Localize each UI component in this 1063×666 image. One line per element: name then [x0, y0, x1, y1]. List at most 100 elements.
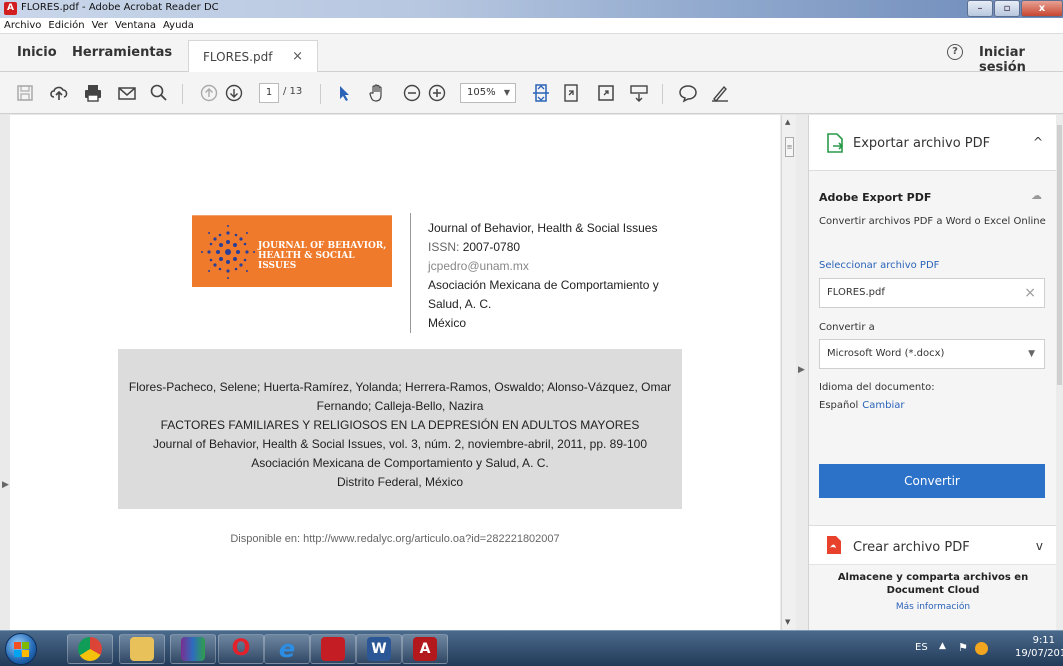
taskbar-acrobat[interactable]: A [402, 634, 448, 664]
input-language[interactable]: ES [915, 642, 928, 653]
chevron-down-icon: ▼ [1028, 349, 1035, 359]
archive-icon [181, 637, 205, 661]
convert-button[interactable]: Convertir [819, 464, 1045, 498]
zynga-icon [321, 637, 345, 661]
zoom-level-value: 105% [467, 87, 496, 98]
system-tray: ES ▲ ⚑ 9:11 19/07/2016 [903, 631, 1063, 666]
document-language-value: Español [819, 400, 859, 411]
citation-box: Flores-Pacheco, Selene; Huerta-Ramírez, … [118, 349, 682, 509]
start-button[interactable] [5, 633, 37, 665]
taskbar-file-explorer[interactable] [119, 634, 165, 664]
issn-value: 2007-0780 [462, 240, 521, 254]
menu-archivo[interactable]: Archivo [4, 20, 41, 31]
create-pdf-icon [827, 536, 841, 554]
page-number-input[interactable]: 1 [259, 83, 279, 103]
right-pane-scrollbar[interactable] [1056, 115, 1063, 630]
tab-tools[interactable]: Herramientas [72, 45, 172, 60]
journal-logo: JOURNAL OF BEHAVIOR, HEALTH & SOCIAL ISS… [192, 215, 392, 287]
full-screen-icon[interactable] [593, 80, 619, 106]
clock[interactable]: 9:11 19/07/2016 [1015, 634, 1063, 660]
fit-page-icon[interactable] [528, 80, 554, 106]
chevron-down-icon[interactable]: v [1036, 539, 1043, 553]
clock-date: 19/07/2016 [1015, 648, 1063, 659]
window-title: FLORES.pdf - Adobe Acrobat Reader DC [21, 2, 219, 13]
journal-name: Journal of Behavior, Health & Social Iss… [428, 221, 658, 235]
taskbar-zynga[interactable] [310, 634, 356, 664]
search-icon[interactable] [146, 80, 172, 106]
chevron-up-icon[interactable]: ^ [1033, 135, 1043, 149]
taskbar-internet-explorer[interactable]: e [264, 634, 310, 664]
selected-file-field[interactable]: FLORES.pdf × [819, 278, 1045, 308]
help-icon[interactable]: ? [947, 44, 963, 60]
cloud-upload-icon[interactable] [46, 80, 72, 106]
menu-ver[interactable]: Ver [92, 20, 108, 31]
menu-edicion[interactable]: Edición [48, 20, 84, 31]
rotate-page-icon[interactable] [558, 80, 584, 106]
scrollbar-thumb[interactable]: ≡ [785, 137, 794, 157]
previous-page-icon[interactable] [196, 80, 222, 106]
acrobat-icon: A [413, 637, 437, 661]
adobe-export-title: Adobe Export PDF [819, 191, 932, 204]
opera-icon: O [231, 636, 251, 661]
change-language-link[interactable]: Cambiar [862, 400, 904, 411]
minimize-button[interactable]: – [967, 0, 993, 17]
export-pdf-icon [827, 133, 844, 153]
availability-url[interactable]: Disponible en: http://www.redalyc.org/ar… [10, 533, 780, 545]
select-cursor-icon[interactable] [331, 80, 357, 106]
journal-logo-burst-icon [201, 225, 255, 279]
zoom-in-icon[interactable] [424, 80, 450, 106]
citation-title: FACTORES FAMILIARES Y RELIGIOSOS EN LA D… [160, 418, 640, 432]
citation-journal: Journal of Behavior, Health & Social Iss… [152, 437, 648, 451]
close-tab-icon[interactable]: × [292, 49, 303, 64]
show-hidden-icons-icon[interactable]: ▲ [939, 641, 946, 651]
taskbar-word[interactable]: W [356, 634, 402, 664]
email-icon[interactable] [114, 80, 140, 106]
toolbar-separator [320, 84, 321, 104]
scroll-up-icon[interactable]: ▲ [785, 118, 790, 126]
create-pdf-header[interactable]: Crear archivo PDF v [809, 525, 1056, 565]
highlight-pen-icon[interactable] [707, 80, 733, 106]
word-icon: W [367, 637, 391, 661]
create-pdf-title: Crear archivo PDF [853, 540, 970, 555]
export-pdf-header[interactable]: Exportar archivo PDF ^ [809, 115, 1056, 171]
scroll-mode-icon[interactable] [626, 80, 652, 106]
zoom-level-select[interactable]: 105% ▼ [460, 83, 516, 103]
scroll-down-icon[interactable]: ▼ [785, 618, 790, 626]
next-page-icon[interactable] [221, 80, 247, 106]
selected-file-name: FLORES.pdf [827, 287, 885, 298]
taskbar-chrome[interactable] [67, 634, 113, 664]
document-scrollbar[interactable]: ▲ ≡ ▼ [781, 115, 796, 630]
action-center-flag-icon[interactable]: ⚑ [958, 641, 968, 654]
collapse-pane-icon[interactable]: ▶ [798, 365, 805, 375]
document-area[interactable]: ▶ JOURNAL OF BEHAVIOR, HEALTH & SOCIAL I… [0, 115, 796, 630]
pdf-page: JOURNAL OF BEHAVIOR, HEALTH & SOCIAL ISS… [10, 115, 780, 630]
select-pdf-file-link[interactable]: Seleccionar archivo PDF [819, 260, 939, 271]
hand-tool-icon[interactable] [364, 80, 390, 106]
chevron-down-icon: ▼ [503, 88, 510, 97]
page-total: / 13 [283, 86, 303, 97]
tab-home[interactable]: Inicio [17, 45, 57, 60]
print-icon[interactable] [80, 80, 106, 106]
sign-in-link[interactable]: Iniciar sesión [979, 45, 1063, 75]
document-language: Español Cambiar [819, 400, 904, 411]
maximize-button[interactable]: ▫ [994, 0, 1020, 17]
tab-document[interactable]: FLORES.pdf × [188, 40, 318, 72]
right-pane-scrollbar-thumb[interactable] [1057, 125, 1062, 385]
left-panel-toggle-icon[interactable]: ▶ [2, 480, 9, 490]
menu-ayuda[interactable]: Ayuda [163, 20, 194, 31]
tray-app-icon[interactable] [975, 642, 988, 655]
right-pane-toggle[interactable]: ▶ [796, 115, 808, 630]
save-icon[interactable] [12, 80, 38, 106]
toolbar: 1 / 13 105% ▼ [0, 72, 1063, 114]
more-info-link[interactable]: Más información [809, 602, 1056, 612]
convert-format-select[interactable]: Microsoft Word (*.docx) ▼ [819, 339, 1045, 369]
close-window-button[interactable]: x [1021, 0, 1063, 17]
citation-location: Distrito Federal, México [336, 475, 464, 489]
clear-file-icon[interactable]: × [1024, 279, 1036, 307]
comment-icon[interactable] [675, 80, 701, 106]
menu-ventana[interactable]: Ventana [115, 20, 156, 31]
contact-email: jcpedro@unam.mx [428, 259, 529, 273]
taskbar-winrar[interactable] [170, 634, 216, 664]
taskbar-opera[interactable]: O [218, 634, 264, 664]
zoom-out-icon[interactable] [399, 80, 425, 106]
